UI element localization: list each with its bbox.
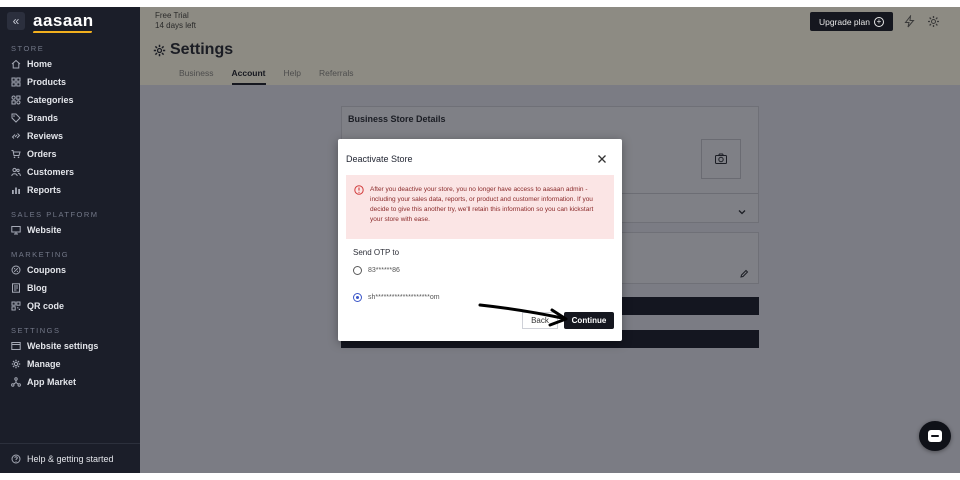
section-label-settings: SETTINGS [11,326,61,335]
masked-email: sh********************om [368,294,440,301]
sidebar-item-orders[interactable]: Orders [0,145,140,163]
modal-title: Deactivate Store [346,154,413,164]
sidebar-item-products[interactable]: Products [0,73,140,91]
plus-circle-icon: + [874,16,885,27]
sidebar-item-brands[interactable]: Brands [0,109,140,127]
sidebar-item-website[interactable]: Website [0,221,140,239]
trial-label: Free Trial [155,11,189,20]
gear-icon[interactable] [927,15,940,28]
trial-status: Free Trial 14 days left [155,11,196,31]
brands-icon [11,113,21,123]
customers-icon [11,167,21,177]
tab-help[interactable]: Help [284,68,301,85]
section-label-marketing: MARKETING [11,250,70,259]
reports-icon [11,185,21,195]
sidebar-item-reviews[interactable]: Reviews [0,127,140,145]
lightning-icon[interactable] [903,14,916,28]
app-market-icon [11,377,21,387]
camera-icon [715,153,727,164]
aasaan-logo[interactable]: aasaan [33,12,94,30]
sidebar-item-manage[interactable]: Manage [0,355,140,373]
page-title: Settings [153,41,233,59]
chat-support-button[interactable] [919,421,951,451]
section-label-store: STORE [11,44,45,53]
blog-icon [11,283,21,293]
trial-days-left: 14 days left [155,21,196,30]
radio-phone[interactable] [353,266,362,275]
warning-icon [354,185,364,195]
reviews-icon [11,131,21,141]
sidebar-item-blog[interactable]: Blog [0,279,140,297]
otp-option-phone[interactable]: 83******86 [353,266,400,275]
sidebar-item-app-market[interactable]: App Market [0,373,140,391]
sidebar-item-coupons[interactable]: Coupons [0,261,140,279]
tab-referrals[interactable]: Referrals [319,68,353,85]
chevron-down-icon[interactable] [737,204,747,215]
website-settings-icon [11,341,21,351]
sidebar-item-categories[interactable]: Categories [0,91,140,109]
card-title: Business Store Details [348,114,446,124]
sidebar-item-website-settings[interactable]: Website settings [0,337,140,355]
collapse-sidebar-button[interactable]: « [7,12,25,30]
upgrade-plan-button[interactable]: Upgrade plan + [810,12,893,31]
alert-message: After you deactive your store, you no lo… [370,186,594,223]
orders-icon [11,149,21,159]
manage-icon [11,359,21,369]
continue-button[interactable]: Continue [564,312,614,329]
warning-alert: After you deactive your store, you no lo… [346,175,614,239]
sidebar: « aasaan STORE Home Products Categories … [0,7,140,473]
edit-pencil-icon[interactable] [739,266,749,278]
settings-tabs: Business Account Help Referrals [179,68,371,85]
sidebar-item-reports[interactable]: Reports [0,181,140,199]
qr-code-icon [11,301,21,311]
otp-label: Send OTP to [353,248,400,257]
help-icon [11,454,21,464]
sidebar-item-qr-code[interactable]: QR code [0,297,140,315]
help-getting-started-link[interactable]: Help & getting started [0,443,140,473]
categories-icon [11,95,21,105]
page-header: Settings Business Account Help Referrals [140,37,960,85]
home-icon [11,59,21,69]
website-icon [11,225,21,235]
tab-account[interactable]: Account [231,68,266,85]
top-bar: Free Trial 14 days left Upgrade plan + [140,7,960,37]
tab-business[interactable]: Business [179,68,214,85]
close-icon[interactable] [596,152,608,164]
sidebar-item-home[interactable]: Home [0,55,140,73]
sidebar-item-customers[interactable]: Customers [0,163,140,181]
settings-gear-icon [153,44,166,57]
otp-option-email[interactable]: sh********************om [353,293,440,302]
annotation-arrow [478,303,568,327]
coupons-icon [11,265,21,275]
radio-email[interactable] [353,293,362,302]
products-icon [11,77,21,87]
chat-icon [928,430,942,442]
upload-photo-button[interactable] [701,139,741,179]
brand-row: « aasaan [0,7,140,35]
section-label-sales-platform: SALES PLATFORM [11,210,99,219]
masked-phone: 83******86 [368,267,400,274]
